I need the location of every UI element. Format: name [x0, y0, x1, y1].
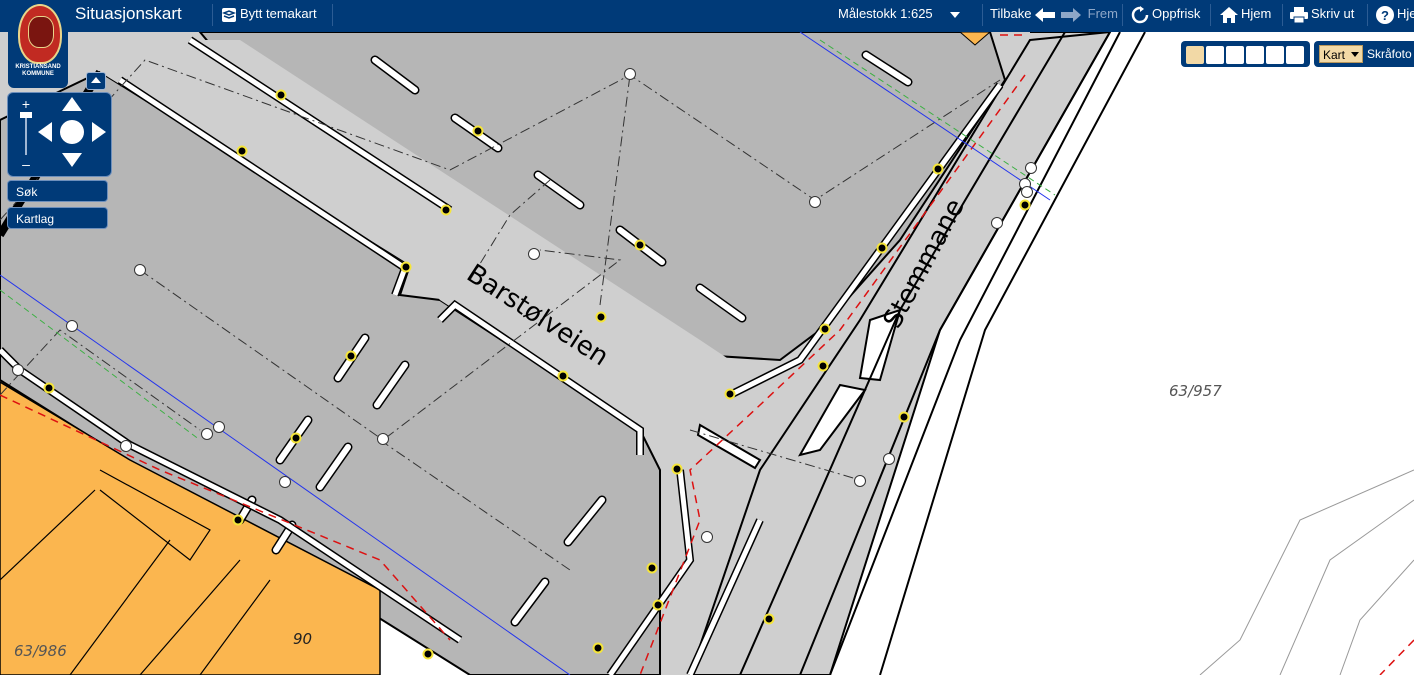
chevron-down-icon	[950, 11, 961, 18]
change-theme-button[interactable]: Bytt temakart	[221, 0, 317, 32]
home-button[interactable]: Hjem	[1220, 0, 1271, 32]
scale-label: Målestokk 1:625	[838, 6, 933, 21]
pan-down-icon[interactable]	[62, 153, 82, 167]
arrow-right-icon	[1061, 7, 1081, 22]
scale-select[interactable]: Målestokk 1:625	[838, 0, 963, 32]
layers-icon	[221, 7, 237, 22]
help-icon: ?	[1376, 5, 1394, 24]
change-theme-label: Bytt temakart	[240, 6, 317, 21]
refresh-label: Oppfrisk	[1152, 6, 1201, 21]
zoom-slider-handle[interactable]	[20, 112, 32, 118]
parcel-label: 63/957	[1169, 382, 1222, 400]
measure-ruler-icon[interactable]	[1265, 45, 1285, 65]
basemap-select[interactable]: Kart	[1319, 45, 1363, 63]
arrow-left-icon	[1035, 7, 1056, 22]
toolbar-divider	[1122, 4, 1123, 26]
refresh-icon	[1131, 5, 1149, 23]
navigation-pad: + –	[7, 92, 112, 177]
pan-left-icon[interactable]	[38, 122, 52, 142]
pan-center-icon[interactable]	[60, 120, 84, 144]
back-label: Tilbake	[990, 6, 1032, 21]
clear-eraser-icon[interactable]	[1285, 45, 1305, 65]
home-icon	[1220, 6, 1238, 23]
identify-info-icon[interactable]	[1245, 45, 1265, 65]
top-toolbar: Situasjonskart Bytt temakart Målestokk 1…	[0, 0, 1414, 32]
toolbar-divider	[212, 4, 213, 26]
municipality-logo[interactable]: KRISTIANSAND KOMMUNE	[8, 0, 68, 88]
toolbar-divider	[1367, 4, 1368, 26]
forward-button[interactable]: Frem	[1061, 0, 1118, 32]
app-title: Situasjonskart	[75, 4, 182, 23]
help-button[interactable]: ? Hje	[1376, 0, 1414, 32]
logo-text-line1: KRISTIANSAND	[15, 64, 61, 70]
layers-button[interactable]: Kartlag	[7, 207, 108, 229]
pan-hand-icon[interactable]	[1185, 45, 1205, 65]
search-button[interactable]: Søk	[7, 180, 108, 202]
pan-right-icon[interactable]	[92, 122, 106, 142]
refresh-button[interactable]: Oppfrisk	[1131, 0, 1200, 32]
toolbar-divider	[1210, 4, 1211, 26]
pan-up-icon[interactable]	[62, 97, 82, 111]
zoom-magnifier-icon[interactable]	[1205, 45, 1225, 65]
draw-pencil-icon[interactable]	[1225, 45, 1245, 65]
printer-icon	[1290, 6, 1308, 23]
map-tools	[1181, 41, 1310, 67]
collapse-panel-button[interactable]	[86, 72, 106, 90]
home-label: Hjem	[1241, 6, 1272, 21]
back-button[interactable]: Tilbake	[990, 0, 1058, 32]
parcel-label: 63/986	[14, 642, 67, 660]
basemap-alt-option[interactable]: Skråfoto	[1367, 45, 1412, 63]
logo-text-line2: KOMMUNE	[22, 71, 54, 77]
print-label: Skriv ut	[1311, 6, 1355, 21]
svg-text:?: ?	[1381, 8, 1389, 23]
forward-label: Frem	[1087, 6, 1118, 21]
coat-of-arms-icon	[18, 4, 62, 64]
basemap-switcher: Kart Skråfoto	[1314, 41, 1414, 67]
toolbar-divider	[982, 4, 983, 26]
toolbar-divider	[1282, 4, 1283, 26]
zoom-in-button[interactable]: +	[22, 96, 30, 112]
map-canvas[interactable]: Barstølveien Stemmane 63/957 63/986 90	[0, 0, 1414, 675]
print-button[interactable]: Skriv ut	[1290, 0, 1354, 32]
toolbar-divider	[332, 4, 333, 26]
help-label: Hje	[1397, 6, 1414, 21]
house-number-label: 90	[293, 630, 312, 648]
zoom-out-button[interactable]: –	[22, 156, 30, 172]
